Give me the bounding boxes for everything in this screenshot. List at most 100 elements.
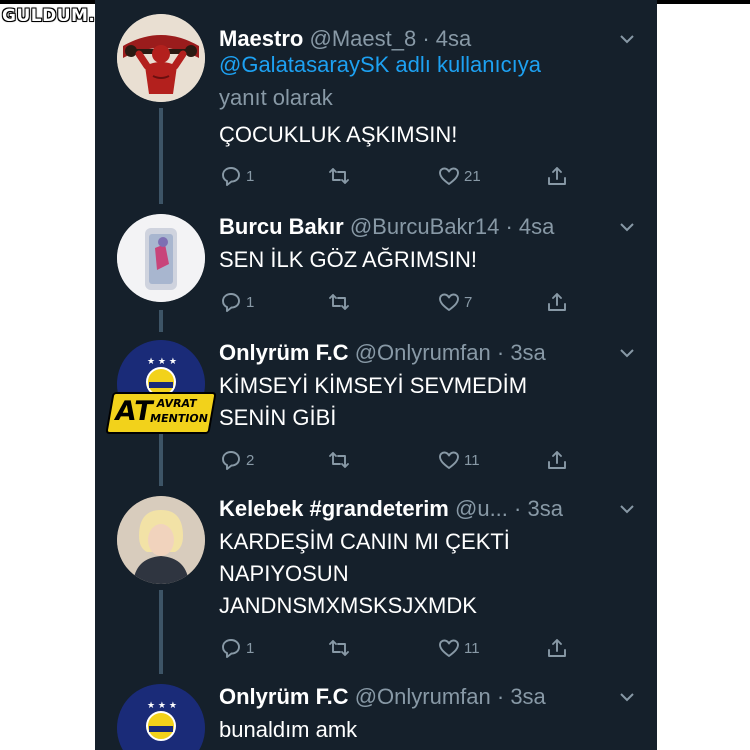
user-handle[interactable]: @Onlyrumfan	[355, 340, 491, 365]
timestamp[interactable]: 3sa	[510, 340, 545, 365]
tweet-header[interactable]: Kelebek #grandeterim @u... · 3sa	[219, 496, 563, 522]
tweet-header[interactable]: Onlyrüm F.C @Onlyrumfan · 3sa	[219, 340, 546, 366]
reply-icon	[222, 167, 240, 186]
reply-icon	[222, 293, 240, 312]
like-count: 7	[464, 293, 473, 311]
reply-icon	[222, 451, 240, 470]
tweet-actions: 2 11	[219, 448, 599, 478]
reply-context: @GalatasaraySK adlı kullanıcıya yanıt ol…	[219, 48, 541, 114]
chevron-down-icon[interactable]	[618, 500, 636, 523]
retweet-button[interactable]	[327, 636, 354, 660]
user-handle[interactable]: @u...	[455, 496, 508, 521]
share-icon	[548, 451, 566, 469]
display-name[interactable]: Burcu Bakır	[219, 214, 344, 239]
retweet-icon	[329, 294, 349, 310]
sticker-mention: MENTION	[148, 412, 210, 425]
retweet-icon	[329, 452, 349, 468]
display-name[interactable]: Onlyrüm F.C	[219, 684, 349, 709]
like-button[interactable]: 7	[437, 290, 472, 314]
avatar[interactable]	[117, 14, 205, 102]
tweet-actions: 1 21	[219, 164, 599, 194]
like-icon	[439, 451, 459, 469]
reply-button[interactable]: 1	[219, 164, 254, 188]
svg-text:★ ★ ★: ★ ★ ★	[147, 357, 177, 367]
like-button[interactable]: 11	[437, 636, 480, 660]
share-button[interactable]	[545, 636, 569, 660]
tweet-header[interactable]: Onlyrüm F.C @Onlyrumfan · 3sa	[219, 684, 546, 710]
thread-line	[159, 310, 163, 332]
like-count: 21	[464, 167, 481, 185]
separator-dot: ·	[507, 496, 528, 521]
tweet[interactable]: ★ ★ ★ Onlyrüm F.C @Onlyrumfan · 3sa buna…	[95, 684, 657, 750]
tweet[interactable]: Kelebek #grandeterim @u... · 3sa KARDEŞİ…	[95, 496, 657, 676]
retweet-button[interactable]	[327, 164, 354, 188]
tweet-header[interactable]: Burcu Bakır @BurcuBakr14 · 4sa	[219, 214, 554, 240]
tweet[interactable]: ★ ★ ★ AT AVRAT MENTION Onlyrüm F.C @Only…	[95, 340, 657, 488]
reply-count: 1	[246, 293, 255, 311]
like-button[interactable]: 21	[437, 164, 481, 188]
thread-line	[159, 590, 163, 674]
tweet-text: ÇOCUKLUK AŞKIMSIN!	[219, 122, 458, 147]
reply-suffix: yanıt olarak	[219, 85, 333, 110]
tweet-text: SEN İLK GÖZ AĞRIMSIN!	[219, 247, 477, 272]
tweet-thread[interactable]: Maestro @Maest_8 · 4sa @GalatasaraySK ad…	[95, 0, 657, 750]
svg-text:★ ★ ★: ★ ★ ★	[147, 701, 177, 711]
chevron-down-icon[interactable]	[618, 218, 636, 241]
share-icon	[548, 293, 566, 311]
share-icon	[548, 167, 566, 185]
separator-dot: ·	[490, 340, 511, 365]
reply-button[interactable]: 1	[219, 636, 254, 660]
retweet-icon	[329, 168, 349, 184]
like-icon	[439, 167, 459, 185]
avatar[interactable]	[117, 214, 205, 302]
reply-button[interactable]: 2	[219, 448, 254, 472]
user-handle[interactable]: @BurcuBakr14	[350, 214, 500, 239]
mention-link[interactable]: @GalatasaraySK adlı kullanıcıya	[219, 48, 541, 81]
tweet-actions: 1 11	[219, 636, 599, 666]
profile-photo-icon	[117, 496, 205, 584]
like-count: 11	[464, 639, 480, 657]
retweet-icon	[329, 640, 349, 656]
tweet-text: bunaldım amk	[219, 717, 358, 742]
chevron-down-icon[interactable]	[618, 344, 636, 367]
chevron-down-icon[interactable]	[618, 688, 636, 711]
avrat-mention-sticker: AT AVRAT MENTION	[105, 392, 217, 434]
like-icon	[439, 639, 459, 657]
reply-count: 2	[246, 451, 255, 469]
tweet-actions: 1 7	[219, 290, 599, 320]
share-button[interactable]	[545, 290, 569, 314]
profile-photo-icon	[117, 214, 205, 302]
share-button[interactable]	[545, 164, 569, 188]
display-name[interactable]: Onlyrüm F.C	[219, 340, 349, 365]
reply-count: 1	[246, 639, 255, 657]
tweet-text: KARDEŞİM CANIN MI ÇEKTİ NAPIYOSUN JANDNS…	[219, 529, 510, 618]
tweet[interactable]: Burcu Bakır @BurcuBakr14 · 4sa SEN İLK G…	[95, 214, 657, 334]
avatar[interactable]: ★ ★ ★	[117, 684, 205, 750]
timestamp[interactable]: 4sa	[519, 214, 554, 239]
like-count: 11	[464, 451, 480, 469]
tweet-text: KİMSEYİ KİMSEYİ SEVMEDİM SENİN GİBİ	[219, 373, 528, 430]
retweet-button[interactable]	[327, 448, 354, 472]
sticker-avrat: AVRAT	[155, 397, 198, 410]
club-crest-icon: ★ ★ ★	[117, 684, 205, 750]
separator-dot: ·	[490, 684, 511, 709]
like-button[interactable]: 11	[437, 448, 480, 472]
reply-icon	[222, 639, 240, 658]
chevron-down-icon[interactable]	[618, 30, 636, 53]
thread-line	[159, 108, 163, 204]
maestro-logo-icon	[117, 14, 205, 102]
thread-line	[159, 434, 163, 486]
user-handle[interactable]: @Onlyrumfan	[355, 684, 491, 709]
like-icon	[439, 293, 459, 311]
timestamp[interactable]: 3sa	[510, 684, 545, 709]
reply-button[interactable]: 1	[219, 290, 254, 314]
reply-count: 1	[246, 167, 255, 185]
display-name[interactable]: Kelebek #grandeterim	[219, 496, 449, 521]
tweet[interactable]: Maestro @Maest_8 · 4sa @GalatasaraySK ad…	[95, 14, 657, 204]
retweet-button[interactable]	[327, 290, 354, 314]
timestamp[interactable]: 3sa	[527, 496, 562, 521]
separator-dot: ·	[499, 214, 519, 239]
share-button[interactable]	[545, 448, 569, 472]
avatar[interactable]	[117, 496, 205, 584]
share-icon	[548, 639, 566, 657]
